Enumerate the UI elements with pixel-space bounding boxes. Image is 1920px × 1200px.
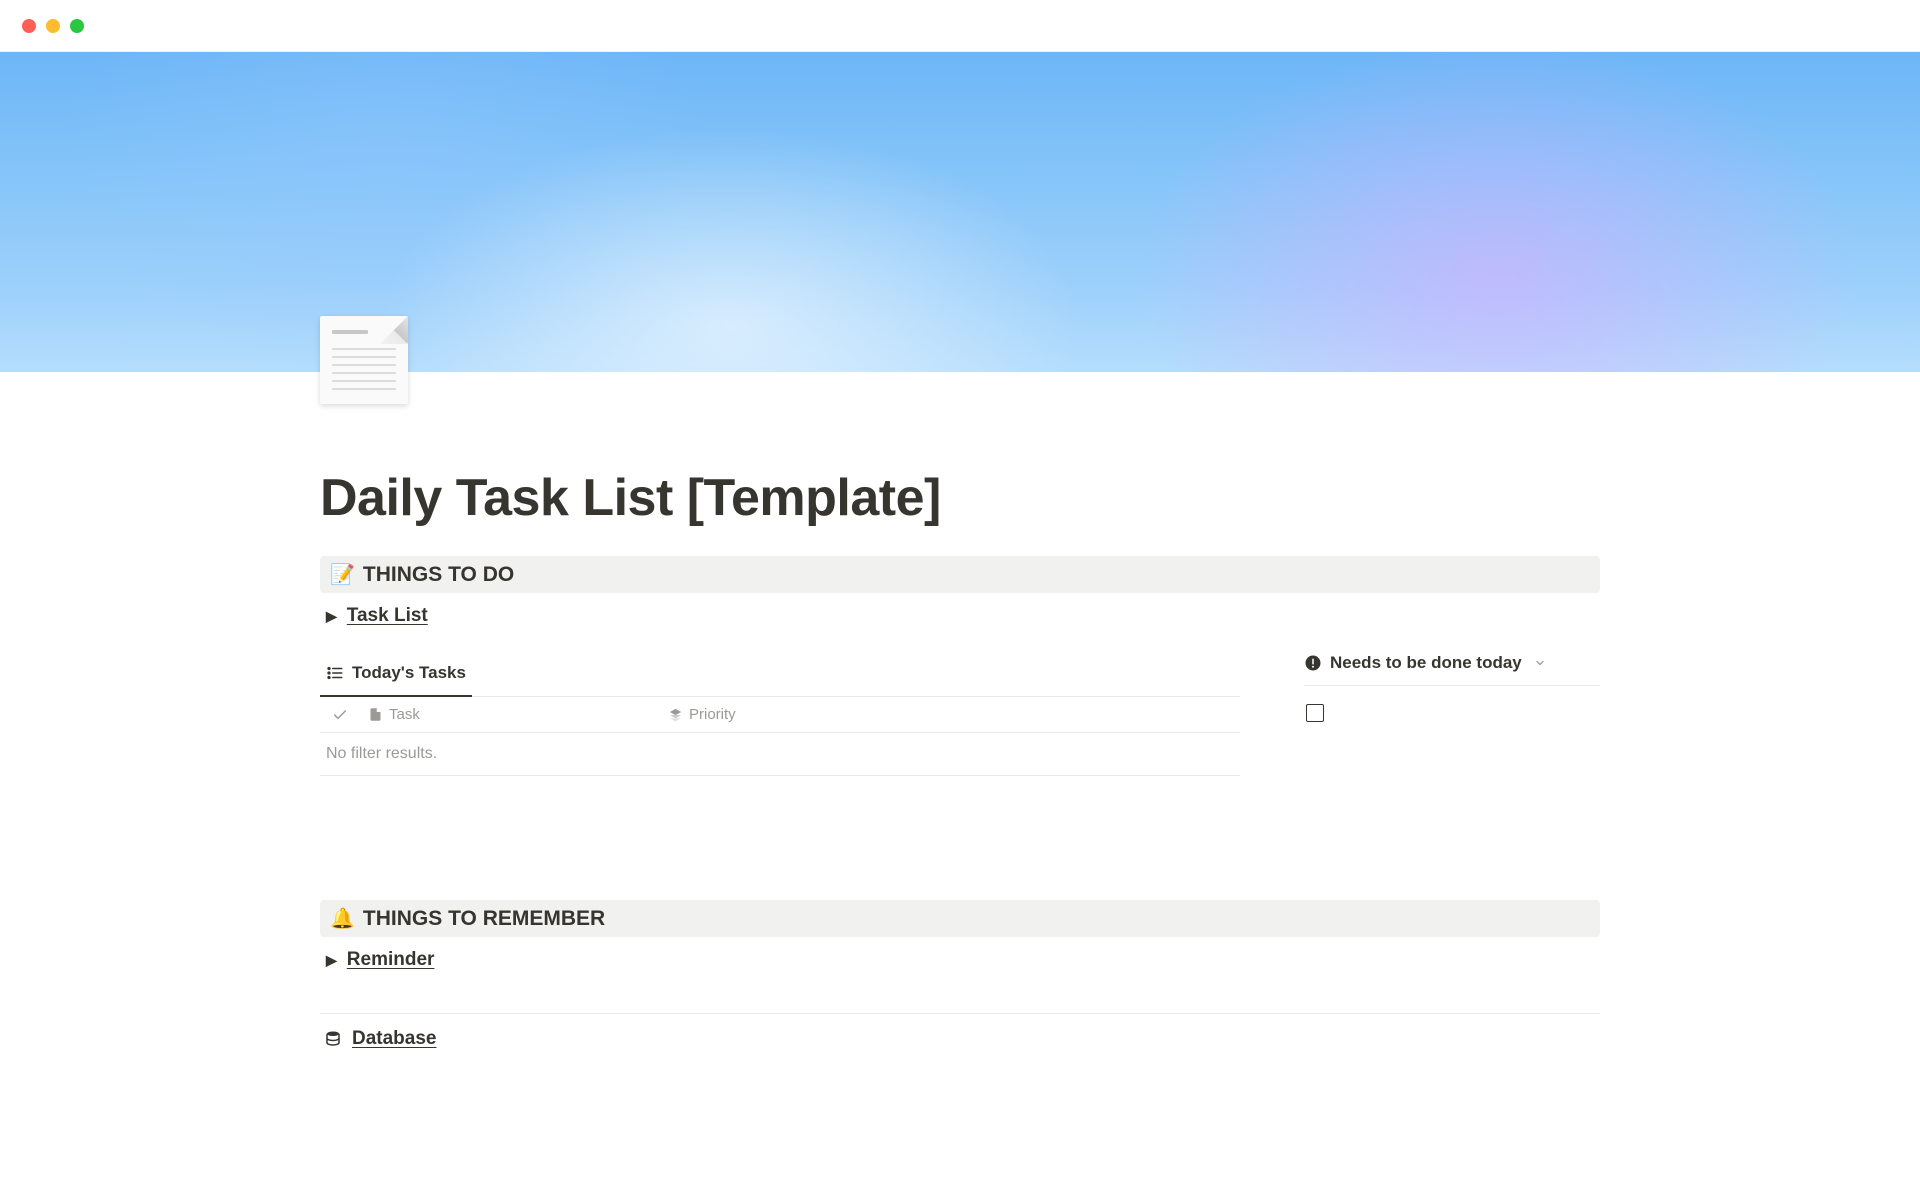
- needs-done-today-label: Needs to be done today: [1330, 653, 1522, 673]
- window-minimize-button[interactable]: [46, 19, 60, 33]
- view-tabs: Today's Tasks: [320, 653, 1240, 697]
- chevron-down-icon: [1534, 657, 1546, 669]
- toggle-needs-done-today[interactable]: Needs to be done today: [1304, 653, 1546, 673]
- list-icon: [326, 664, 344, 682]
- page-icon: [368, 707, 383, 722]
- page-title[interactable]: Daily Task List [Template]: [320, 372, 1600, 550]
- alert-circle-icon: [1304, 654, 1322, 672]
- tab-todays-tasks[interactable]: Today's Tasks: [320, 653, 472, 697]
- column-header-priority[interactable]: Priority: [660, 706, 1240, 723]
- layers-icon: [668, 707, 683, 722]
- linked-database[interactable]: Database: [320, 1013, 1600, 1058]
- section-header-todo[interactable]: 📝 THINGS TO DO: [320, 556, 1600, 593]
- table-header-row: Task Priority: [320, 697, 1240, 733]
- column-checkbox[interactable]: [320, 707, 360, 723]
- toggle-reminder[interactable]: ▶ Reminder: [320, 937, 1600, 979]
- toggle-reminder-label: Reminder: [347, 949, 435, 971]
- tab-todays-tasks-label: Today's Tasks: [352, 663, 466, 683]
- column-header-priority-label: Priority: [689, 706, 736, 723]
- column-header-task[interactable]: Task: [360, 706, 660, 723]
- memo-icon: 📝: [330, 562, 355, 587]
- bell-icon: 🔔: [330, 906, 355, 931]
- empty-state-message: No filter results.: [320, 733, 1240, 776]
- linked-database-label: Database: [352, 1028, 437, 1050]
- section-header-remember[interactable]: 🔔 THINGS TO REMEMBER: [320, 900, 1600, 937]
- page-icon[interactable]: [320, 316, 408, 404]
- triangle-right-icon: ▶: [326, 608, 337, 625]
- window-titlebar: [0, 0, 1920, 52]
- section-header-todo-label: THINGS TO DO: [363, 563, 514, 587]
- page-cover[interactable]: [0, 52, 1920, 372]
- toggle-task-list[interactable]: ▶ Task List: [320, 593, 1600, 635]
- todo-checkbox[interactable]: [1306, 704, 1324, 722]
- section-header-remember-label: THINGS TO REMEMBER: [363, 907, 605, 931]
- window-maximize-button[interactable]: [70, 19, 84, 33]
- database-icon: [324, 1030, 342, 1048]
- triangle-right-icon: ▶: [326, 952, 337, 969]
- toggle-task-list-label: Task List: [347, 605, 428, 627]
- check-icon: [332, 707, 348, 723]
- window-close-button[interactable]: [22, 19, 36, 33]
- document-icon: [320, 316, 408, 404]
- column-header-task-label: Task: [389, 706, 420, 723]
